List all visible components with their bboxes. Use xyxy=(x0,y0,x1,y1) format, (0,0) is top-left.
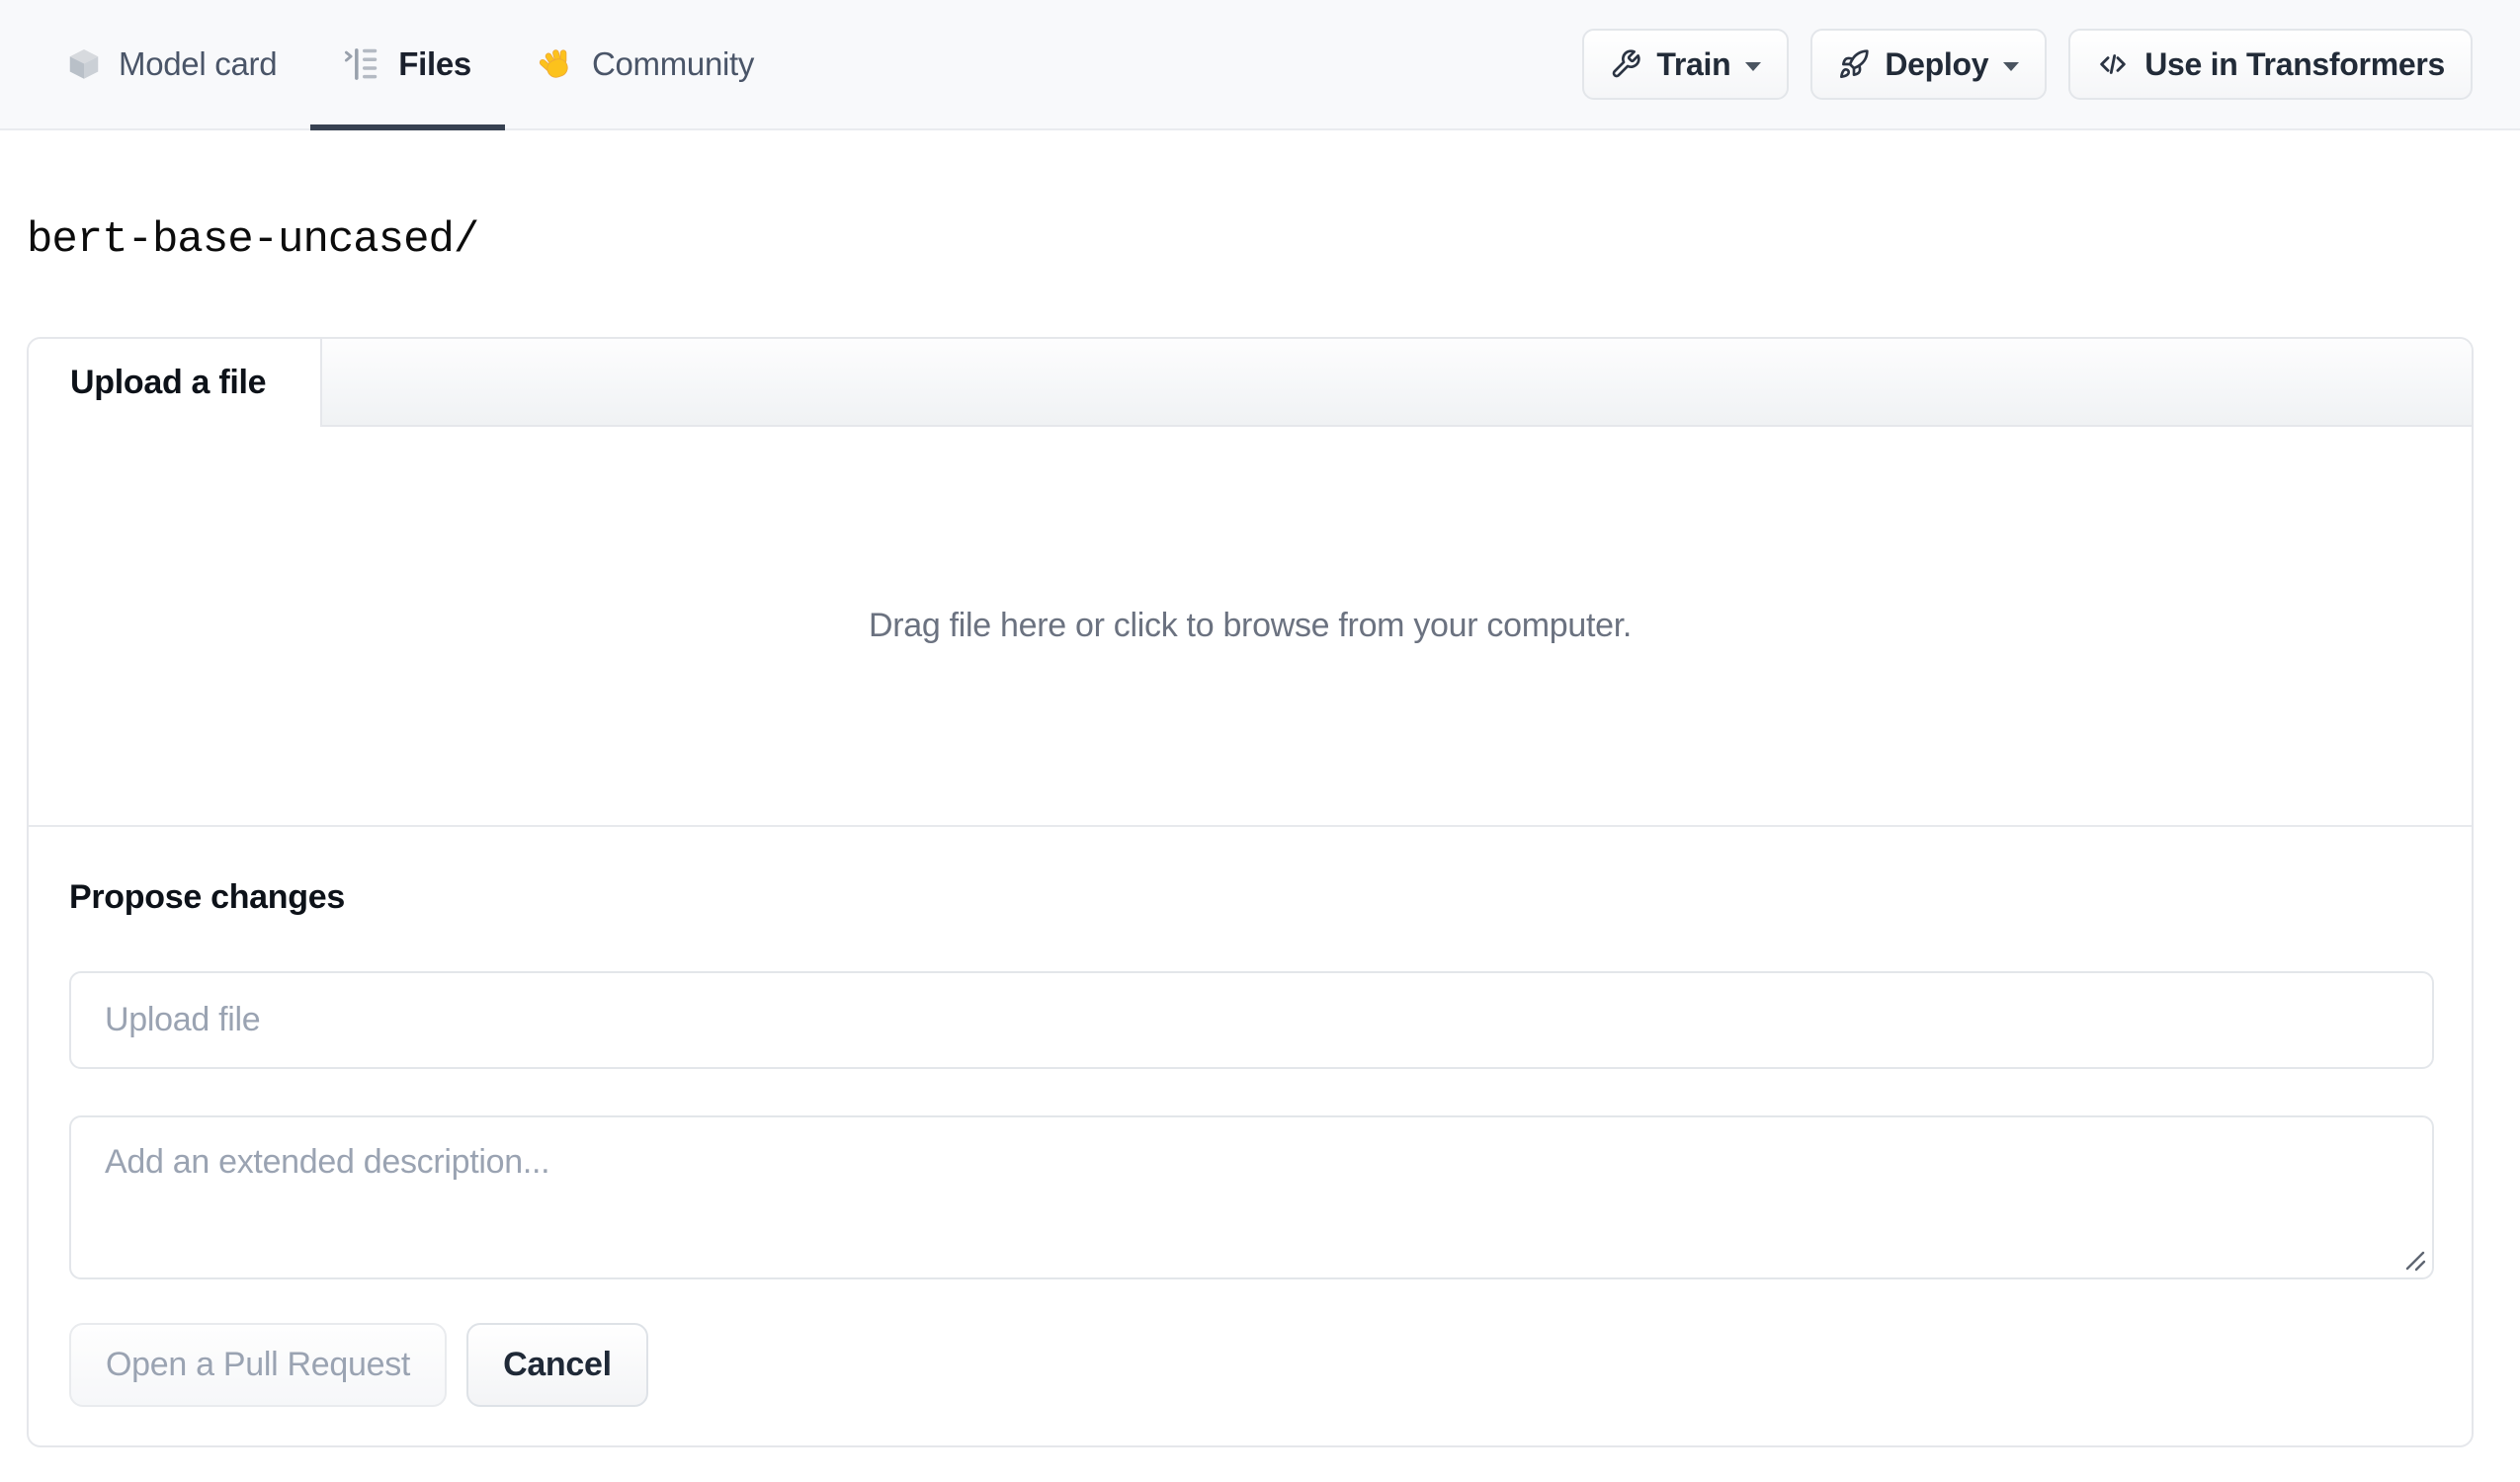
repo-tab-bar: Model card Files Community xyxy=(33,0,788,130)
cube-icon xyxy=(69,49,99,79)
button-label: Train xyxy=(1656,45,1731,82)
file-versions-icon xyxy=(345,48,378,80)
header: Model card Files Community Train Deploy … xyxy=(0,0,2520,130)
rocket-icon xyxy=(1840,49,1870,78)
cancel-button[interactable]: Cancel xyxy=(466,1323,648,1407)
dropzone-text: Drag file here or click to browse from y… xyxy=(868,607,1633,644)
tab-label: Community xyxy=(591,45,755,82)
deploy-button[interactable]: Deploy xyxy=(1810,29,2048,100)
form-actions: Open a Pull Request Cancel xyxy=(69,1323,648,1407)
header-actions: Train Deploy Use in Transformers xyxy=(1582,0,2473,128)
tab-community[interactable]: Community xyxy=(505,0,788,128)
page: Model card Files Community Train Deploy … xyxy=(0,0,2520,1482)
card-tab-bar: Upload a file xyxy=(29,339,2472,427)
repo-path-title: bert-base-uncased/ xyxy=(27,215,479,265)
upload-file-input[interactable] xyxy=(69,971,2434,1069)
tab-label: Files xyxy=(398,45,471,82)
propose-changes-section: Propose changes Open a Pull Request Canc… xyxy=(29,827,2472,1445)
open-pull-request-button[interactable]: Open a Pull Request xyxy=(69,1323,448,1407)
tab-model-card[interactable]: Model card xyxy=(33,0,310,128)
description-field-wrap xyxy=(69,1115,2434,1279)
waving-hand-icon xyxy=(539,48,568,78)
upload-card: Upload a file Drag file here or click to… xyxy=(27,337,2474,1447)
tab-files[interactable]: Files xyxy=(310,0,505,130)
tab-bar-filler xyxy=(322,339,2472,427)
button-label: Deploy xyxy=(1885,45,1989,82)
tab-label: Upload a file xyxy=(70,364,267,401)
wrench-icon xyxy=(1613,49,1640,78)
tab-label: Model card xyxy=(119,45,278,82)
train-button[interactable]: Train xyxy=(1582,29,1790,100)
file-dropzone[interactable]: Drag file here or click to browse from y… xyxy=(29,427,2472,825)
caret-down-icon xyxy=(2003,61,2020,71)
propose-changes-heading: Propose changes xyxy=(69,878,345,916)
tab-upload-a-file[interactable]: Upload a file xyxy=(29,339,322,427)
description-textarea[interactable] xyxy=(69,1115,2434,1279)
use-in-transformers-button[interactable]: Use in Transformers xyxy=(2068,29,2473,100)
code-icon xyxy=(2100,54,2126,74)
caret-down-icon xyxy=(1745,61,1762,71)
button-label: Use in Transformers xyxy=(2144,45,2445,82)
